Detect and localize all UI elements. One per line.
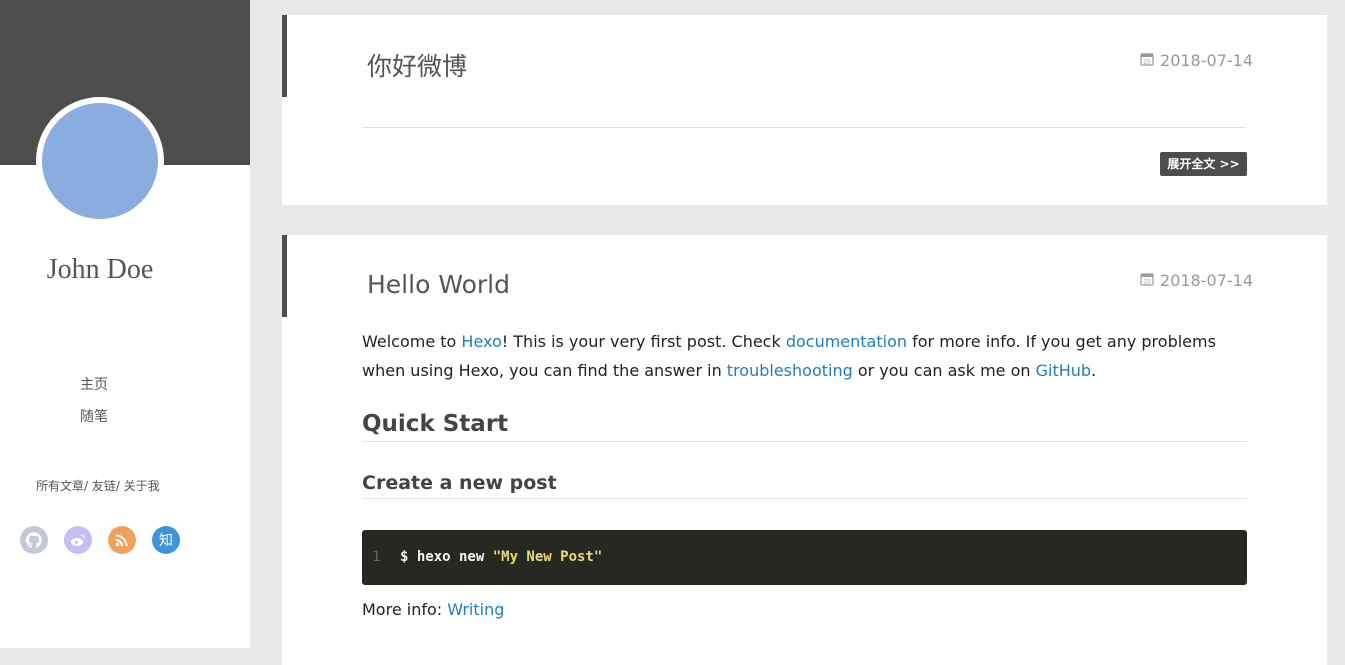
more-info-label: More info: (362, 600, 448, 619)
post-date: 23 2018-07-14 (1140, 51, 1253, 70)
code-line-number: 1 (372, 549, 381, 565)
more-info: More info: Writing (362, 595, 504, 624)
calendar-icon: 23 (1140, 51, 1154, 70)
avatar[interactable] (42, 103, 158, 219)
read-more-button[interactable]: 展开全文 >> (1160, 152, 1247, 176)
code-command: $ hexo new (400, 549, 493, 565)
github-link[interactable]: GitHub (1036, 361, 1091, 380)
author-name[interactable]: John Doe (0, 254, 200, 286)
code-string: "My New Post" (492, 549, 603, 565)
zhihu-icon[interactable]: 知 (152, 526, 180, 554)
intro-text: . (1091, 361, 1097, 380)
link-about-me[interactable]: 关于我 (124, 479, 160, 493)
nav-item-home[interactable]: 主页 (80, 374, 108, 406)
intro-text: or you can ask me on (852, 361, 1036, 380)
post-card: 你好微博 23 2018-07-14 展开全文 >> (282, 15, 1327, 205)
nav-item-essays[interactable]: 随笔 (80, 406, 108, 438)
svg-text:23: 23 (1144, 60, 1151, 66)
github-icon[interactable] (20, 526, 48, 554)
link-friends[interactable]: 友链 (92, 479, 116, 493)
weibo-icon[interactable] (64, 526, 92, 554)
link-separator: / (84, 479, 92, 493)
heading-create-post: Create a new post (362, 472, 1247, 499)
sidebar: John Doe 主页 随笔 所有文章/ 友链/ 关于我 知 (0, 0, 250, 648)
rss-icon[interactable] (108, 526, 136, 554)
post-accent-bar (282, 15, 287, 97)
secondary-links: 所有文章/ 友链/ 关于我 (36, 477, 160, 494)
svg-text:23: 23 (1144, 280, 1151, 286)
post-date-text: 2018-07-14 (1160, 271, 1253, 290)
avatar-frame (36, 97, 164, 225)
social-links: 知 (20, 526, 180, 554)
hexo-link[interactable]: Hexo (461, 332, 501, 351)
writing-link[interactable]: Writing (447, 600, 504, 619)
documentation-link[interactable]: documentation (786, 332, 907, 351)
link-separator: / (115, 479, 124, 493)
post-title[interactable]: 你好微博 (367, 47, 467, 83)
link-all-posts[interactable]: 所有文章 (36, 479, 84, 493)
code-block: 1 $ hexo new "My New Post" (362, 530, 1247, 585)
post-divider (362, 127, 1246, 128)
troubleshooting-link[interactable]: troubleshooting (727, 361, 853, 380)
post-date: 23 2018-07-14 (1140, 271, 1253, 290)
post-body: Welcome to Hexo! This is your very first… (362, 327, 1247, 619)
code-line[interactable]: $ hexo new "My New Post" (400, 549, 602, 565)
main-nav: 主页 随笔 (80, 374, 108, 438)
post-date-text: 2018-07-14 (1160, 51, 1253, 70)
post-accent-bar (282, 235, 287, 317)
post-intro: Welcome to Hexo! This is your very first… (362, 327, 1247, 385)
intro-text: ! This is your very first post. Check (501, 332, 786, 351)
heading-quick-start: Quick Start (362, 411, 1247, 442)
post-title[interactable]: Hello World (367, 270, 510, 299)
calendar-icon: 23 (1140, 271, 1154, 290)
intro-text: Welcome to (362, 332, 462, 351)
post-card: Hello World 23 2018-07-14 Welcome to Hex… (282, 235, 1327, 665)
